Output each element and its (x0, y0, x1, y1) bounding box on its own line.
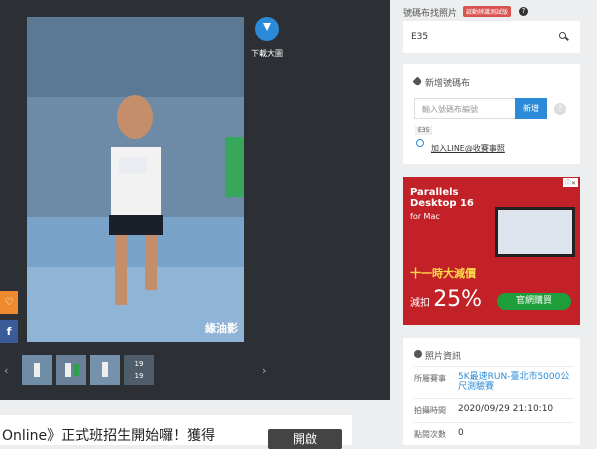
ad-brand-line2: Desktop 16 (410, 198, 474, 209)
thumbnail[interactable] (90, 355, 120, 385)
search-input[interactable]: E35 (411, 32, 428, 42)
thumbnail-more[interactable]: 19 19 (124, 355, 154, 385)
search-icon[interactable] (559, 32, 566, 39)
thumbnail[interactable] (22, 355, 52, 385)
info-key: 點閱次數 (414, 430, 446, 439)
add-help-icon[interactable]: ? (554, 103, 566, 115)
like-button[interactable]: ♡ (0, 291, 18, 314)
download-icon[interactable] (255, 17, 279, 41)
beta-badge: 啟動辨識測試版 (463, 6, 512, 17)
banner-text: Online》正式班招生開始囉！獲得 (2, 428, 216, 444)
main-photo[interactable]: 緣油影 (27, 17, 244, 342)
info-value: 0 (458, 428, 464, 438)
ad-promo-text: 十一時大減價 (410, 267, 476, 280)
ad-close-icon[interactable]: ⓘ✕ (562, 178, 578, 187)
bib-tag-chip[interactable]: E35 (415, 126, 433, 135)
bib-search-box[interactable]: E35 (403, 21, 580, 53)
download-label[interactable]: 下載大圖 (251, 48, 283, 59)
info-value: 2020/09/29 21:10:10 (458, 404, 554, 414)
ad-brand-line1: Parallels (410, 187, 459, 198)
photo-viewer: 緣油影 下載大圖 ♡ f ‹ 19 19 › (0, 0, 390, 400)
watermark-logo: 緣油影 (205, 322, 238, 335)
ad-discount-prefix: 減扣 (410, 298, 430, 309)
thumbnail-strip: 19 19 (22, 355, 154, 385)
help-icon[interactable]: ? (519, 7, 528, 16)
thumbnail-overlay-text: 19 (134, 372, 144, 380)
photo-info-title: 照片資訊 (425, 352, 462, 362)
info-key: 拍攝時間 (414, 406, 446, 415)
promo-banner: Online》正式班招生開始囉！獲得 開啟 (0, 415, 352, 449)
ad-discount-value: 25% (433, 287, 483, 312)
banner-open-button[interactable]: 開啟 (268, 429, 342, 449)
ad-laptop-image (495, 207, 575, 257)
ad-sub: for Mac (410, 212, 440, 221)
ad-buy-button[interactable]: 官網購買 (497, 293, 571, 310)
add-bib-title: 新增號碼布 (425, 79, 471, 89)
info-icon (414, 350, 422, 358)
ad-discount: 減扣 25% (410, 287, 482, 312)
bib-search-title: 號碼布找照片 (403, 9, 458, 19)
advertisement[interactable]: ⓘ✕ Parallels Desktop 16 for Mac 十一時大減價 減… (403, 177, 580, 325)
add-bib-button[interactable]: 新增 (515, 98, 547, 119)
ad-brand: Parallels Desktop 16 (410, 187, 474, 209)
line-icon (416, 139, 424, 147)
event-link[interactable]: 5K最速RUN-臺北市5000公尺測驗賽 (458, 372, 573, 392)
info-row-views: 點閱次數 0 (414, 422, 574, 444)
facebook-share-button[interactable]: f (0, 320, 18, 343)
thumbnail-overlay-text: 19 (134, 360, 144, 368)
heart-icon: ♡ (4, 297, 14, 308)
info-row-event: 所屬賽事 5K最速RUN-臺北市5000公尺測驗賽 (414, 366, 574, 398)
bib-number-input[interactable]: 輸入號碼布編號 (414, 98, 515, 119)
runner-photo-illustration (27, 17, 244, 342)
prev-arrow-icon[interactable]: ‹ (4, 364, 8, 377)
thumbnail[interactable] (56, 355, 86, 385)
info-row-time: 拍攝時間 2020/09/29 21:10:10 (414, 398, 574, 422)
next-arrow-icon[interactable]: › (262, 364, 266, 377)
line-follow-link[interactable]: 加入LINE@收賽事照 (431, 143, 505, 154)
info-key: 所屬賽事 (414, 374, 446, 383)
